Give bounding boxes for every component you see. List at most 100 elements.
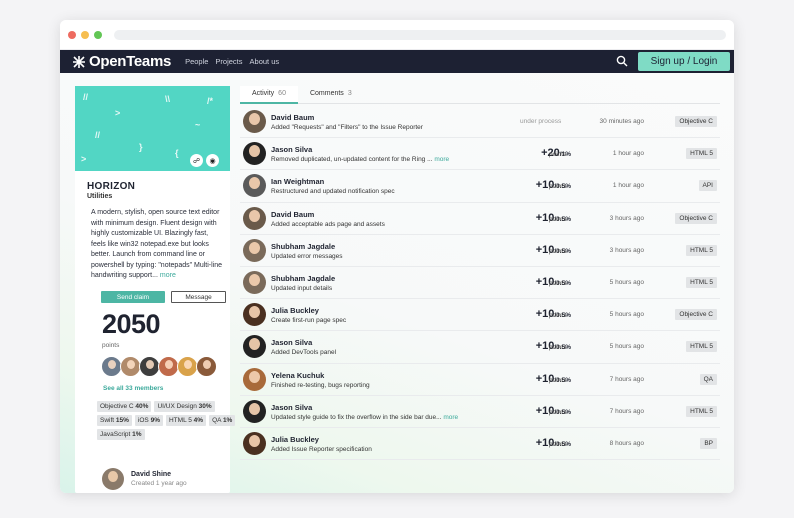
list-item[interactable]: Ian Weightman Restructured and updated no… <box>240 170 720 203</box>
activity-time: 30 minutes ago <box>599 118 644 125</box>
see-all-members-link[interactable]: See all 33 members <box>103 385 163 392</box>
activity-description: Added acceptable ads page and assets <box>271 221 385 228</box>
search-icon[interactable] <box>616 55 628 67</box>
skill-tag[interactable]: QA 1% <box>209 415 236 426</box>
activity-points-label: points <box>549 151 567 159</box>
nav-link-people[interactable]: People <box>185 57 208 66</box>
list-item[interactable]: Yelena Kuchuk Finished re-testing, bugs r… <box>240 364 720 396</box>
activity-time: 1 hour ago <box>612 150 644 158</box>
activity-user-name[interactable]: Julia Buckley <box>271 435 319 444</box>
activity-points-label: points <box>549 279 567 287</box>
activity-user-name[interactable]: David Baum <box>271 210 314 219</box>
avatar[interactable] <box>243 399 266 423</box>
skill-tag[interactable]: HTML 5 4% <box>165 415 207 426</box>
avatar[interactable] <box>243 303 266 327</box>
list-item[interactable]: Shubham Jagdale Updated error messages +10… <box>240 235 720 267</box>
avatar[interactable] <box>243 142 266 166</box>
activity-tag[interactable]: HTML 5 <box>686 405 717 417</box>
avatar[interactable] <box>243 174 266 198</box>
activity-tag[interactable]: QA <box>699 373 717 385</box>
activity-user-name[interactable]: Jason Silva <box>271 338 312 347</box>
activity-user-name[interactable]: Shubham Jagdale <box>271 274 335 283</box>
avatar[interactable] <box>120 356 141 377</box>
banner-mark: \\ <box>165 94 171 104</box>
tab-activity[interactable]: Activity 60 <box>240 86 298 104</box>
activity-user-name[interactable]: David Baum <box>271 113 314 122</box>
minimize-window-dot[interactable] <box>81 30 89 39</box>
avatar[interactable] <box>177 356 198 377</box>
list-item[interactable]: Jason Silva Added DevTools panel +10/0.5% p… <box>240 331 720 364</box>
activity-tag[interactable]: API <box>698 180 717 192</box>
activity-more-link[interactable]: more <box>434 156 449 163</box>
close-window-dot[interactable] <box>68 30 76 39</box>
nav-link-projects[interactable]: Projects <box>215 57 242 66</box>
avatar[interactable] <box>243 206 266 230</box>
activity-tag[interactable]: HTML 5 <box>686 244 717 256</box>
activity-tag[interactable]: BP <box>700 437 717 449</box>
avatar[interactable] <box>243 335 266 359</box>
list-item[interactable]: David Baum Added "Requests" and "Filters"… <box>240 106 720 139</box>
avatar[interactable] <box>243 238 266 262</box>
list-item[interactable]: Jason Silva Removed duplicated, un-update… <box>240 138 720 171</box>
banner-mark: > <box>81 154 87 164</box>
skill-tag[interactable]: Swift 15% <box>97 415 132 426</box>
activity-more-link[interactable]: more <box>443 414 458 421</box>
activity-tag[interactable]: Objective C <box>675 116 717 127</box>
avatar[interactable] <box>101 356 122 377</box>
activity-tag[interactable]: Objective C <box>675 309 717 321</box>
activity-tag[interactable]: HTML 5 <box>686 148 717 160</box>
skill-tag[interactable]: UI/UX Design 30% <box>154 401 215 412</box>
avatar[interactable] <box>196 356 217 377</box>
activity-description: Finished re-testing, bugs reporting <box>271 382 370 389</box>
signup-login-button[interactable]: Sign up / Login <box>638 52 730 71</box>
address-bar[interactable] <box>114 30 726 40</box>
avatar[interactable] <box>243 367 266 391</box>
list-item[interactable]: Jason Silva Updated style guide to fix th… <box>240 396 720 428</box>
list-item[interactable]: Shubham Jagdale Updated input details +10/… <box>240 267 720 300</box>
activity-description-text: Added "Requests" and "Filters" to the Is… <box>271 124 423 131</box>
list-item[interactable]: Julia Buckley Create first-run page spec +… <box>240 299 720 332</box>
avatar[interactable] <box>158 356 179 377</box>
avatar[interactable] <box>102 468 124 490</box>
avatar[interactable] <box>243 110 266 133</box>
activity-user-name[interactable]: Julia Buckley <box>271 306 319 315</box>
activity-points-label: points <box>549 376 567 384</box>
github-icon[interactable]: ◉ <box>206 154 219 167</box>
link-icon[interactable]: ☍ <box>190 154 203 167</box>
skill-tag[interactable]: JavaScript 1% <box>97 429 145 440</box>
activity-user-name[interactable]: Shubham Jagdale <box>271 242 335 251</box>
avatar[interactable] <box>243 270 266 294</box>
nav-link-about[interactable]: About us <box>250 57 280 66</box>
list-item[interactable]: Julia Buckley Added Issue Reporter specif… <box>240 428 720 461</box>
activity-user-name[interactable]: Jason Silva <box>271 403 312 412</box>
maximize-window-dot[interactable] <box>94 30 102 39</box>
avatar[interactable] <box>139 356 160 377</box>
activity-tag[interactable]: HTML 5 <box>686 276 717 288</box>
description-more-link[interactable]: more <box>160 272 176 279</box>
project-points: 2050 <box>102 309 161 339</box>
skill-tag[interactable]: iOS 9% <box>134 415 163 426</box>
skill-tag[interactable]: Objective C 40% <box>97 401 152 412</box>
activity-description: Added DevTools panel <box>271 349 336 356</box>
tab-comments[interactable]: Comments 3 <box>298 86 364 103</box>
activity-tag[interactable]: HTML 5 <box>686 341 717 353</box>
activity-description-text: Finished re-testing, bugs reporting <box>271 381 370 389</box>
activity-time: 3 hours ago <box>609 246 644 254</box>
send-claim-button[interactable]: Send claim <box>101 291 165 303</box>
message-button[interactable]: Message <box>171 291 226 303</box>
activity-description-text: Updated input details <box>271 284 333 292</box>
project-tags: Objective C 40% UI/UX Design 30% Swift 15%… <box>97 401 241 443</box>
avatar[interactable] <box>243 431 266 455</box>
activity-time: 7 hours ago <box>609 407 644 415</box>
creator-name[interactable]: David Shine <box>131 471 187 478</box>
list-item[interactable]: David Baum Added acceptable ads page and … <box>240 203 720 235</box>
activity-description: Updated style guide to fix the overflow … <box>271 414 458 421</box>
activity-user-name[interactable]: Ian Weightman <box>271 177 324 186</box>
skill-tag-percent: 40% <box>135 403 149 410</box>
activity-user-name[interactable]: Jason Silva <box>271 145 312 154</box>
brand-logo[interactable]: OpenTeams <box>72 53 171 70</box>
tab-comments-count: 3 <box>347 90 352 97</box>
activity-tag[interactable]: Objective C <box>675 212 717 224</box>
activity-user-name[interactable]: Yelena Kuchuk <box>271 371 324 380</box>
activity-description: Create first-run page spec <box>271 317 346 324</box>
